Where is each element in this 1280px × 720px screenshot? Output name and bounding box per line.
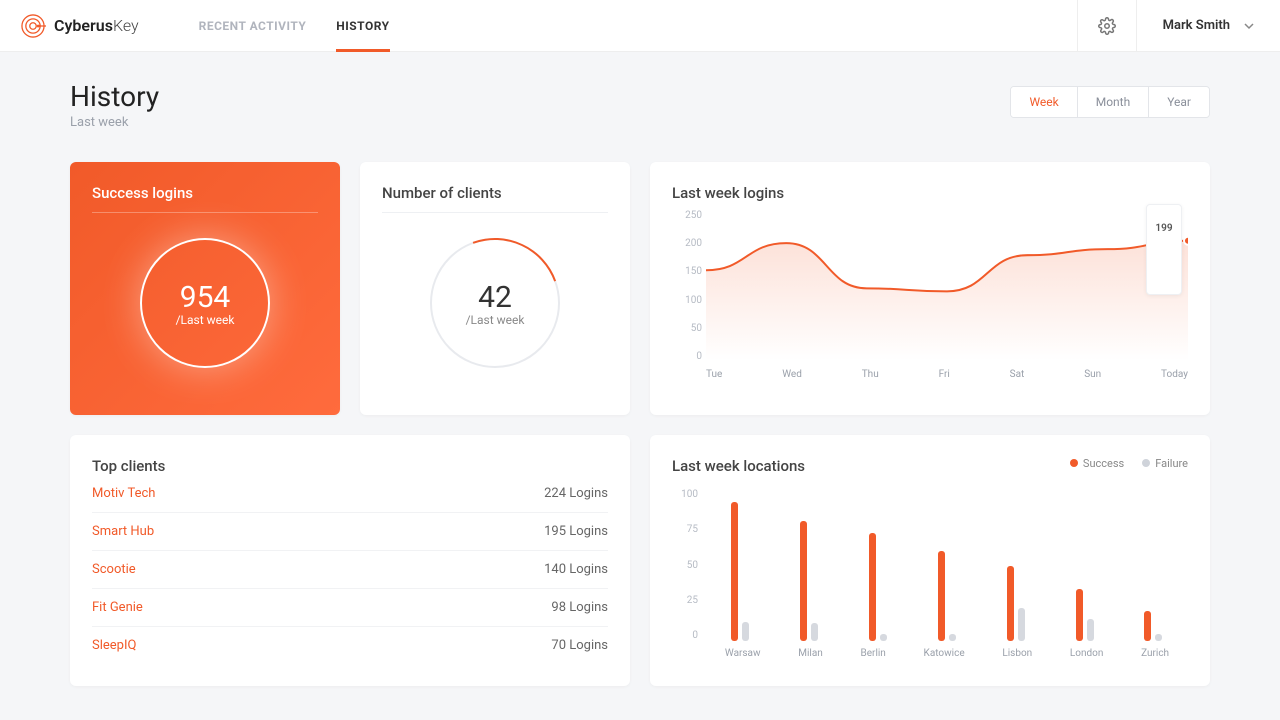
dot-icon xyxy=(1142,459,1150,467)
logins-chart-card: Last week logins 250200150100500 199 Tue… xyxy=(650,162,1210,415)
bar-x-axis: WarsawMilanBerlinKatowiceLisbonLondonZur… xyxy=(706,648,1188,659)
settings-button[interactable] xyxy=(1077,0,1137,51)
legend-success: Success xyxy=(1083,457,1124,470)
success-sub: /Last week xyxy=(176,313,235,327)
chart-y-axis: 250200150100500 xyxy=(672,210,702,362)
nav-recent-activity[interactable]: RECENT ACTIVITY xyxy=(199,0,307,51)
bar-group xyxy=(1007,566,1025,641)
bar-success xyxy=(1007,566,1014,641)
nav-history[interactable]: HISTORY xyxy=(336,0,389,51)
client-name: SleepIQ xyxy=(92,638,136,653)
user-menu[interactable]: Mark Smith xyxy=(1137,18,1280,33)
card-title: Number of clients xyxy=(382,184,608,213)
list-item[interactable]: Scootie 140 Logins xyxy=(92,551,608,589)
bar-success xyxy=(800,521,807,641)
bar-success xyxy=(938,551,945,641)
clients-count-card: Number of clients 42 /Last week xyxy=(360,162,630,415)
bar-group xyxy=(938,551,956,641)
list-item[interactable]: SleepIQ 70 Logins xyxy=(92,627,608,664)
chevron-down-icon xyxy=(1244,21,1254,31)
bar-failure xyxy=(880,634,887,642)
bar-failure xyxy=(1087,619,1094,642)
success-dial: 954 /Last week xyxy=(140,238,270,368)
bar-success xyxy=(1076,589,1083,642)
user-name: Mark Smith xyxy=(1163,18,1230,33)
client-logins: 224 Logins xyxy=(544,486,608,501)
bar-failure xyxy=(811,623,818,641)
chart-legend: Success Failure xyxy=(1070,457,1188,470)
client-name: Smart Hub xyxy=(92,524,154,539)
bar-success xyxy=(731,502,738,642)
bar-failure xyxy=(742,622,749,642)
clients-dial: 42 /Last week xyxy=(430,238,560,368)
line-chart xyxy=(706,210,1188,361)
bar-success xyxy=(1144,611,1151,641)
chart-tooltip: 199 xyxy=(1146,204,1182,295)
bar-chart xyxy=(706,489,1188,641)
clients-sub: /Last week xyxy=(466,313,525,327)
chart-x-axis: TueWedThuFriSatSunToday xyxy=(706,369,1188,380)
locations-chart-card: Last week locations Success Failure 1007… xyxy=(650,435,1210,686)
bar-group xyxy=(731,502,749,642)
range-year[interactable]: Year xyxy=(1149,87,1209,117)
bar-y-axis: 1007550250 xyxy=(672,489,698,641)
success-logins-card: Success logins 954 /Last week xyxy=(70,162,340,415)
range-week[interactable]: Week xyxy=(1011,87,1077,117)
bar-group xyxy=(1144,611,1162,641)
client-name: Motiv Tech xyxy=(92,486,155,501)
page-title: History xyxy=(70,80,159,113)
main-nav: RECENT ACTIVITY HISTORY xyxy=(199,0,390,51)
list-item[interactable]: Motiv Tech 224 Logins xyxy=(92,475,608,513)
dot-icon xyxy=(1070,459,1078,467)
page-subtitle: Last week xyxy=(70,115,159,130)
success-value: 954 xyxy=(180,280,231,315)
list-item[interactable]: Fit Genie 98 Logins xyxy=(92,589,608,627)
client-name: Fit Genie xyxy=(92,600,143,615)
bar-group xyxy=(800,521,818,641)
header: CyberusKey RECENT ACTIVITY HISTORY Mark … xyxy=(0,0,1280,52)
bar-failure xyxy=(949,634,956,642)
client-logins: 70 Logins xyxy=(551,638,608,653)
clients-value: 42 xyxy=(478,280,512,315)
logo[interactable]: CyberusKey xyxy=(0,13,159,39)
brand-name: CyberusKey xyxy=(54,16,139,35)
top-clients-card: Top clients Motiv Tech 224 Logins Smart Hu… xyxy=(70,435,630,686)
card-title: Success logins xyxy=(92,184,318,213)
client-logins: 98 Logins xyxy=(551,600,608,615)
logo-icon xyxy=(20,13,46,39)
client-name: Scootie xyxy=(92,562,136,577)
range-toggle: Week Month Year xyxy=(1010,86,1210,118)
range-month[interactable]: Month xyxy=(1078,87,1149,117)
card-title: Last week logins xyxy=(672,184,1188,202)
bar-group xyxy=(1076,589,1094,642)
bar-failure xyxy=(1155,634,1162,642)
gear-icon xyxy=(1098,17,1116,35)
clients-list: Motiv Tech224 LoginsSmart Hub195 LoginsS… xyxy=(92,475,608,664)
card-title: Top clients xyxy=(92,457,608,475)
legend-failure: Failure xyxy=(1155,457,1188,470)
client-logins: 140 Logins xyxy=(544,562,608,577)
bar-success xyxy=(869,533,876,641)
bar-group xyxy=(869,533,887,641)
list-item[interactable]: Smart Hub 195 Logins xyxy=(92,513,608,551)
client-logins: 195 Logins xyxy=(544,524,608,539)
bar-failure xyxy=(1018,608,1025,641)
